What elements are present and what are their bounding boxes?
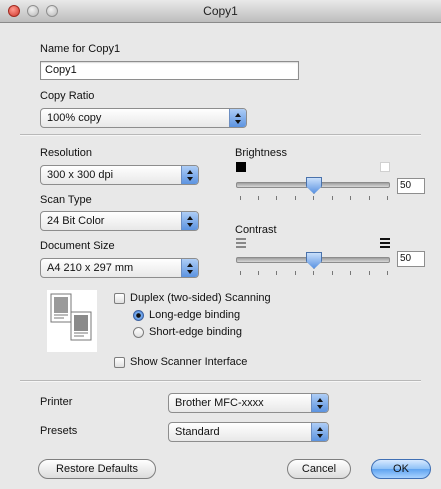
duplex-checkbox[interactable]: [114, 293, 125, 304]
dark-swatch-icon: [236, 162, 246, 172]
copy-ratio-popup[interactable]: 100% copy: [40, 108, 247, 128]
printer-popup[interactable]: Brother MFC-xxxx: [168, 393, 329, 413]
name-field[interactable]: Copy1: [40, 61, 299, 80]
copy-ratio-label: Copy Ratio: [40, 90, 95, 102]
short-edge-label: Short-edge binding: [149, 326, 242, 338]
scan-type-value: 24 Bit Color: [47, 215, 105, 227]
brightness-slider-knob[interactable]: [306, 177, 322, 194]
brightness-label: Brightness: [235, 147, 287, 159]
resolution-popup[interactable]: 300 x 300 dpi: [40, 165, 199, 185]
presets-value: Standard: [175, 426, 220, 438]
printer-value: Brother MFC-xxxx: [175, 397, 264, 409]
long-edge-radio[interactable]: [133, 310, 144, 321]
popup-arrows-icon: [181, 259, 198, 277]
printer-label: Printer: [40, 396, 73, 408]
high-contrast-icon: [380, 238, 390, 248]
show-scanner-checkbox[interactable]: [114, 357, 125, 368]
contrast-label: Contrast: [235, 224, 277, 236]
title-bar: Copy1: [0, 0, 441, 23]
close-window-button[interactable]: [8, 5, 20, 17]
scan-type-popup[interactable]: 24 Bit Color: [40, 211, 199, 231]
cancel-button[interactable]: Cancel: [287, 459, 351, 479]
short-edge-radio[interactable]: [133, 327, 144, 338]
separator: [20, 380, 421, 382]
brightness-ticks: [240, 196, 388, 200]
presets-label: Presets: [40, 425, 78, 437]
ok-button[interactable]: OK: [371, 459, 431, 479]
presets-popup[interactable]: Standard: [168, 422, 329, 442]
restore-defaults-button[interactable]: Restore Defaults: [38, 459, 156, 479]
duplex-preview-image: [47, 290, 97, 352]
name-label: Name for Copy1: [40, 43, 121, 55]
zoom-window-button[interactable]: [46, 5, 58, 17]
duplex-label: Duplex (two-sided) Scanning: [130, 292, 271, 304]
long-edge-label: Long-edge binding: [149, 309, 241, 321]
contrast-ticks: [240, 271, 388, 275]
copy-ratio-value: 100% copy: [47, 112, 102, 124]
popup-arrows-icon: [229, 109, 246, 127]
popup-arrows-icon: [181, 212, 198, 230]
scan-type-label: Scan Type: [40, 194, 92, 206]
window-title: Copy1: [203, 4, 238, 18]
document-size-label: Document Size: [40, 240, 115, 252]
document-size-popup[interactable]: A4 210 x 297 mm: [40, 258, 199, 278]
popup-arrows-icon: [181, 166, 198, 184]
popup-arrows-icon: [311, 394, 328, 412]
contrast-value-field[interactable]: 50: [397, 251, 425, 267]
copy-settings-window: Copy1 Name for Copy1 Copy1 Copy Ratio 10…: [0, 0, 441, 489]
show-scanner-label: Show Scanner Interface: [130, 356, 248, 368]
low-contrast-icon: [236, 238, 246, 248]
popup-arrows-icon: [311, 423, 328, 441]
resolution-label: Resolution: [40, 147, 92, 159]
brightness-value-field[interactable]: 50: [397, 178, 425, 194]
minimize-window-button[interactable]: [27, 5, 39, 17]
resolution-value: 300 x 300 dpi: [47, 169, 114, 181]
separator: [20, 134, 421, 136]
document-size-value: A4 210 x 297 mm: [47, 262, 134, 274]
light-swatch-icon: [380, 162, 390, 172]
contrast-slider-knob[interactable]: [306, 252, 322, 269]
